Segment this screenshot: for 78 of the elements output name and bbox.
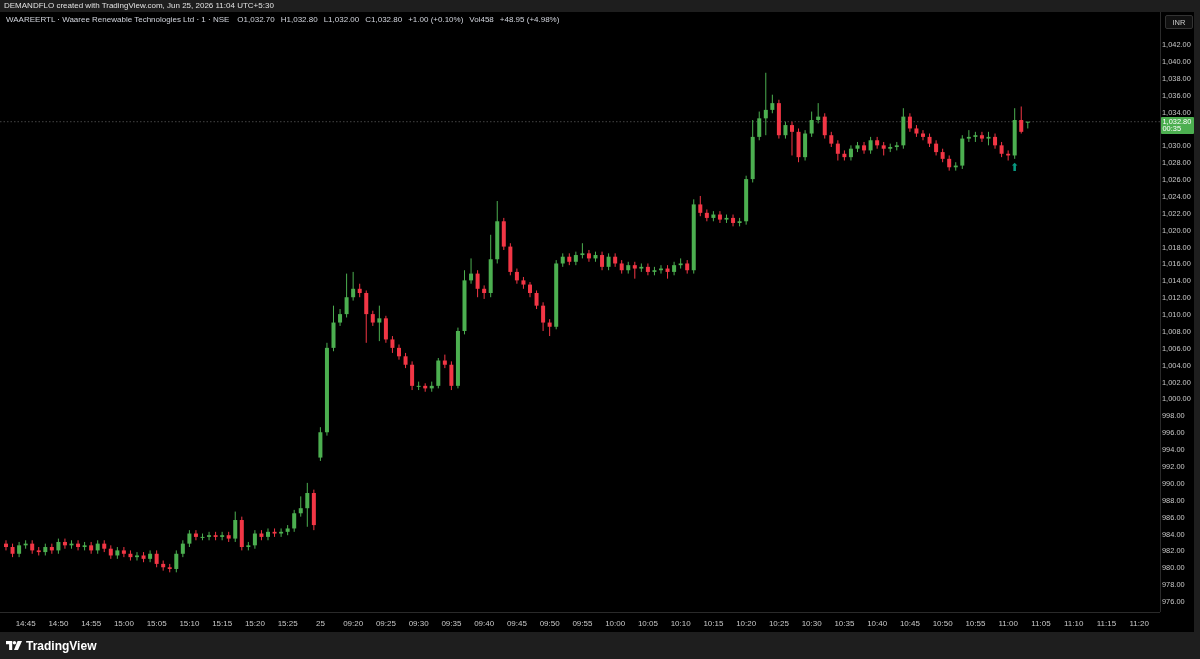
time-axis-label: 11:00 xyxy=(998,619,1018,628)
time-axis-label: 14:50 xyxy=(48,619,69,628)
candlestick xyxy=(855,141,860,153)
candlestick xyxy=(462,269,467,335)
time-axis-label: 11:10 xyxy=(1063,619,1084,628)
candlestick xyxy=(534,290,539,310)
candlestick xyxy=(69,539,74,550)
time-axis-label: 10:20 xyxy=(736,619,757,628)
candlestick xyxy=(528,281,532,298)
candlestick xyxy=(724,214,729,224)
legend-value: C1,032.80 xyxy=(365,15,403,24)
candlestick xyxy=(266,527,270,541)
time-axis-label: 09:20 xyxy=(343,619,364,628)
time-axis-label: 10:10 xyxy=(670,619,691,628)
candlestick xyxy=(921,129,925,141)
candlestick xyxy=(796,127,801,163)
time-axis-label: 14:55 xyxy=(81,619,102,628)
candlestick xyxy=(331,305,336,352)
candlestick xyxy=(914,124,919,138)
candlestick xyxy=(521,276,526,290)
legend-value: +1.00 (+0.10%) xyxy=(408,15,464,24)
snapshot-caption: DEMANDFLO created with TradingView.com, Jun 25, 2026 11:04 UTC+5:30 xyxy=(4,2,274,10)
legend-value: L1,032.00 xyxy=(323,15,360,24)
symbol-title: WAAREERTL · Waaree Renewable Technologies Ltd · 1 · NSE xyxy=(6,15,230,24)
time-axis-label: 09:55 xyxy=(572,619,593,628)
time-axis-label: 10:30 xyxy=(801,619,822,628)
time-axis-label: 15:10 xyxy=(179,619,200,628)
time-axis-label: 10:25 xyxy=(768,619,789,628)
up-arrow-marker: ⬆ xyxy=(1010,160,1020,174)
candlestick xyxy=(403,352,408,369)
candlestick xyxy=(272,527,277,538)
time-axis-label: 10:15 xyxy=(703,619,724,628)
time-axis-label: 15:15 xyxy=(212,619,233,628)
candlestick xyxy=(665,264,670,280)
candlestick xyxy=(927,133,932,148)
legend-value: +48.95 (+4.98%) xyxy=(499,15,560,24)
time-axis-label: 15:25 xyxy=(277,619,298,628)
time-axis-label: 15:20 xyxy=(244,619,265,628)
candlestick xyxy=(259,529,264,541)
legend-value: H1,032.80 xyxy=(280,15,318,24)
candlestick xyxy=(141,551,146,563)
time-axis-label: 25 xyxy=(315,619,325,628)
candlestick xyxy=(659,264,663,275)
time-axis-label: 10:35 xyxy=(834,619,855,628)
time-axis-label: 10:50 xyxy=(932,619,953,628)
time-axis-label: 10:40 xyxy=(867,619,888,628)
candlestick xyxy=(397,344,401,361)
candlestick xyxy=(10,543,15,558)
time-axis-label: 11:20 xyxy=(1129,619,1149,628)
time-axis-label: 11:15 xyxy=(1096,619,1117,628)
legend-value: O1,032.70 xyxy=(237,15,275,24)
logo-icon xyxy=(6,641,22,650)
time-axis-label: 10:00 xyxy=(605,619,626,628)
legend-value: Vol458 xyxy=(469,15,494,24)
brand-name: TradingView xyxy=(26,638,97,653)
time-axis-label: 09:25 xyxy=(375,619,396,628)
candlestick xyxy=(790,121,794,156)
candlestick xyxy=(4,539,8,551)
time-axis-label: 10:05 xyxy=(637,619,658,628)
candlestick xyxy=(652,266,657,276)
time-axis-label: 09:45 xyxy=(506,619,527,628)
candlestick xyxy=(200,533,205,541)
time-axis-label: 09:30 xyxy=(408,619,429,628)
time-axis-label: 10:45 xyxy=(899,619,920,628)
time-axis-label: 10:55 xyxy=(965,619,986,628)
candlestick xyxy=(390,335,395,354)
candlestick xyxy=(783,121,788,140)
time-axis-label: 09:50 xyxy=(539,619,560,628)
candlestick xyxy=(986,131,991,146)
candlestick xyxy=(135,551,139,561)
time-axis-label: 09:35 xyxy=(441,619,462,628)
time-axis-label: 15:05 xyxy=(146,619,167,628)
time-axis-label: 15:00 xyxy=(113,619,134,628)
time-axis-label: 14:45 xyxy=(15,619,36,628)
time-axis-label: 09:40 xyxy=(474,619,495,628)
time-axis-label: 11:05 xyxy=(1031,619,1051,628)
candlestick xyxy=(128,549,133,561)
candlestick xyxy=(593,251,598,263)
